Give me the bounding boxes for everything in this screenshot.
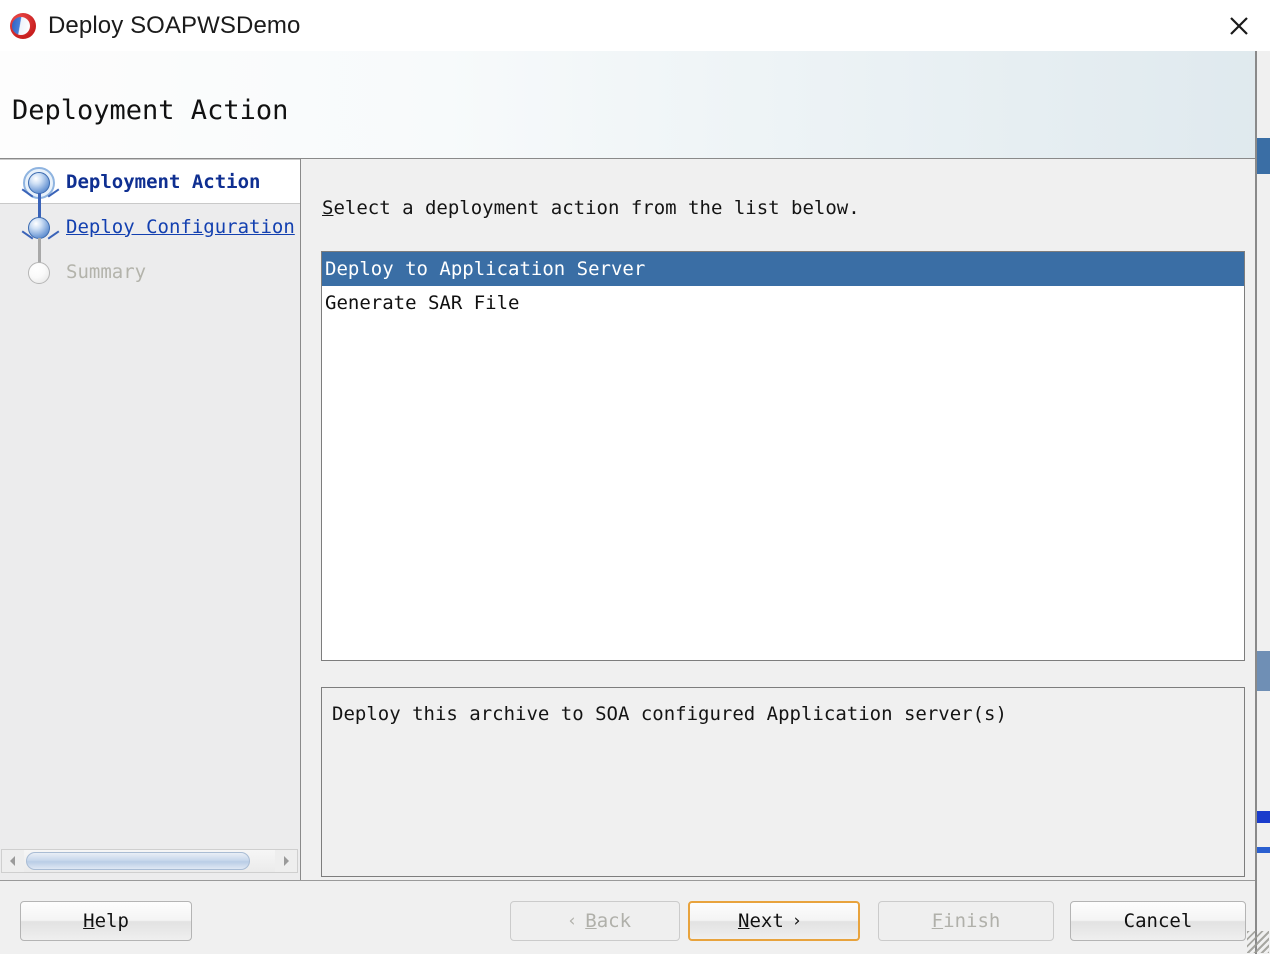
scrollbar-track[interactable]	[24, 850, 275, 872]
sidebar-item-label: Deployment Action	[66, 170, 261, 193]
finish-mnemonic: F	[931, 910, 944, 932]
instruction-text: elect a deployment action from the list …	[333, 197, 860, 219]
instruction-label: Select a deployment action from the list…	[322, 197, 860, 219]
deployment-action-listbox[interactable]: Deploy to Application Server Generate SA…	[321, 251, 1245, 661]
description-text: Deploy this archive to SOA configured Ap…	[332, 703, 1007, 725]
cancel-label: Cancel	[1123, 910, 1193, 932]
help-mnemonic: H	[83, 910, 95, 932]
description-panel: Deploy this archive to SOA configured Ap…	[321, 687, 1245, 877]
sidebar-item-deploy-configuration[interactable]: Deploy Configuration	[0, 204, 300, 249]
wizard-steps-panel: Deployment Action Deploy Configuration S…	[0, 159, 301, 880]
scrollbar-thumb[interactable]	[26, 852, 250, 870]
chevron-right-icon: ›	[791, 911, 803, 931]
sidebar-item-label: Summary	[66, 260, 147, 283]
help-label: elp	[94, 910, 129, 932]
list-item[interactable]: Generate SAR File	[322, 286, 1244, 320]
background-bleed-mark	[1257, 811, 1270, 823]
background-bleed-mark	[1257, 847, 1270, 853]
window-right-edge	[1256, 51, 1270, 954]
active-node-icon	[20, 159, 62, 204]
sidebar-item-deployment-action[interactable]: Deployment Action	[0, 159, 300, 204]
wizard-steps-list: Deployment Action Deploy Configuration S…	[0, 159, 300, 294]
list-item[interactable]: Deploy to Application Server	[322, 252, 1244, 286]
scroll-left-arrow-icon[interactable]	[2, 850, 24, 872]
help-button[interactable]: Help	[20, 901, 192, 941]
page-header: Deployment Action	[0, 51, 1270, 159]
next-label: ext	[749, 910, 784, 932]
background-bleed-mark	[1257, 138, 1270, 174]
close-icon[interactable]	[1208, 0, 1270, 51]
sidebar-horizontal-scrollbar[interactable]	[1, 849, 298, 873]
sidebar-item-summary: Summary	[0, 249, 300, 294]
button-bar: Help ‹ Back Next › Finish Cancel	[0, 880, 1270, 954]
next-button[interactable]: Next ›	[688, 901, 860, 941]
instruction-mnemonic: S	[322, 197, 334, 219]
wizard-content-panel: Select a deployment action from the list…	[302, 159, 1270, 880]
chevron-left-icon: ‹	[566, 911, 578, 931]
finish-button: Finish	[878, 901, 1054, 941]
next-mnemonic: N	[737, 910, 750, 932]
jdeveloper-logo-icon	[10, 12, 36, 39]
node-icon	[20, 204, 62, 249]
inactive-node-icon	[20, 249, 62, 294]
deploy-wizard-window: Deploy SOAPWSDemo Deployment Action Depl…	[0, 0, 1270, 954]
sidebar-item-label[interactable]: Deploy Configuration	[66, 216, 295, 238]
wizard-body: Deployment Action Deploy Configuration S…	[0, 159, 1270, 880]
finish-label: inish	[943, 910, 1001, 932]
background-bleed-mark	[1257, 651, 1270, 691]
window-title: Deploy SOAPWSDemo	[48, 11, 301, 39]
back-label: ack	[596, 910, 632, 932]
title-bar: Deploy SOAPWSDemo	[0, 0, 1270, 51]
window-frame-border	[1255, 51, 1257, 954]
page-title: Deployment Action	[12, 95, 289, 126]
scroll-right-arrow-icon[interactable]	[275, 850, 297, 872]
back-button: ‹ Back	[510, 901, 680, 941]
cancel-button[interactable]: Cancel	[1070, 901, 1246, 941]
resize-grip[interactable]	[1247, 931, 1269, 953]
back-mnemonic: B	[585, 910, 597, 932]
